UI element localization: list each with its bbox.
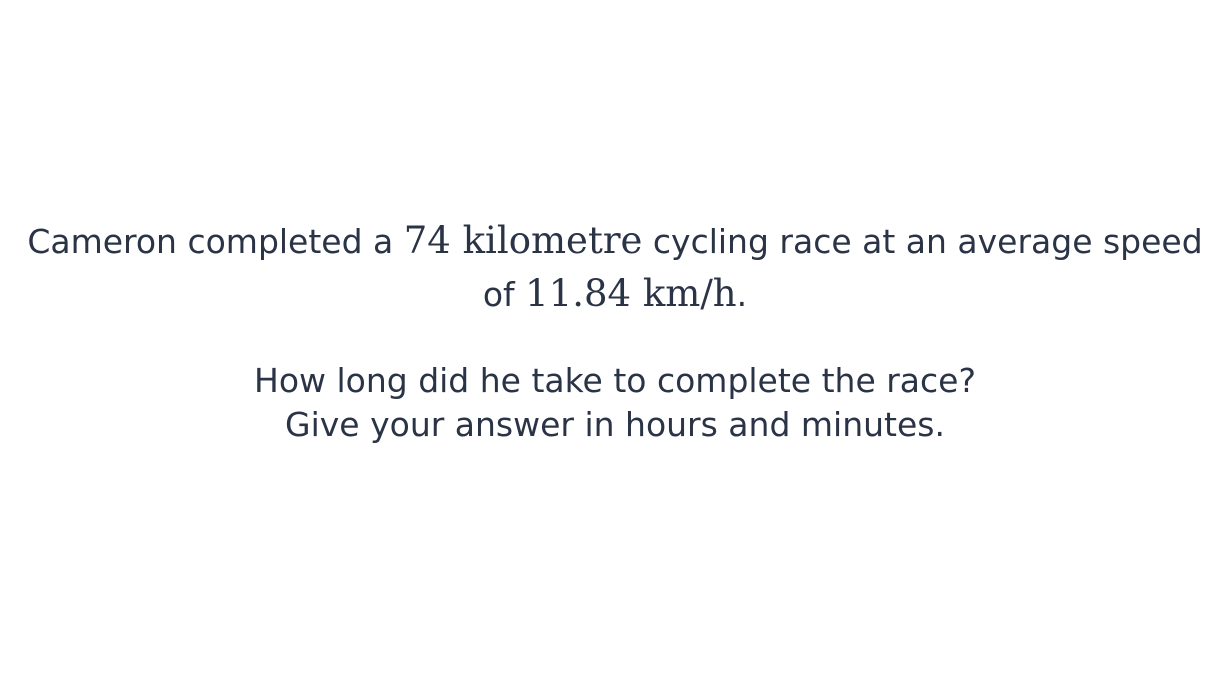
distance-value: 74 kilometre <box>403 219 643 262</box>
problem-line-1: Cameron completed a 74 kilometre cycling… <box>0 215 1230 268</box>
problem-line-2: of 11.84 km/h. <box>0 268 1230 321</box>
question-line-2: Give your answer in hours and minutes. <box>285 405 945 444</box>
question-line-1: How long did he take to complete the rac… <box>254 361 976 400</box>
problem-text: Cameron completed a <box>27 222 404 261</box>
problem-statement: Cameron completed a 74 kilometre cycling… <box>0 215 1230 447</box>
problem-text: of <box>482 275 526 314</box>
problem-text: cycling race at an average speed <box>642 222 1203 261</box>
speed-value: 11.84 km/h <box>525 272 737 315</box>
problem-text: . <box>736 275 748 314</box>
